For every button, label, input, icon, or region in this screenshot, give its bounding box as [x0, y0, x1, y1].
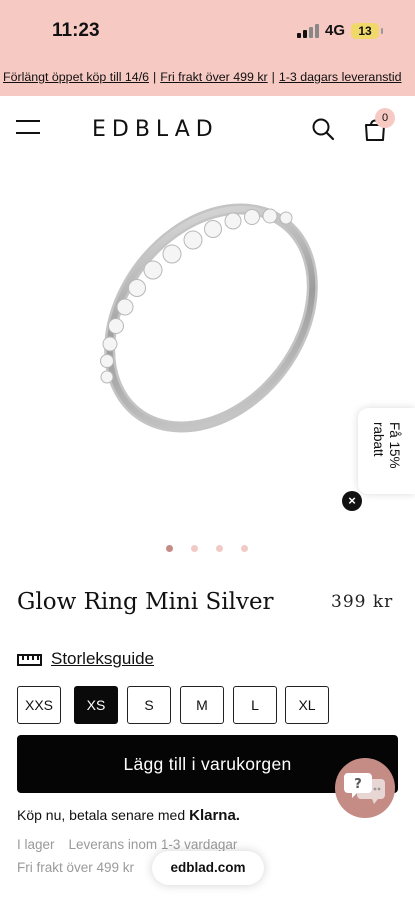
stock-status: I lager — [17, 837, 55, 852]
promo-text: Förlängt öppet köp till 14/6 | Fri frakt ö… — [3, 70, 402, 84]
discount-side-tab[interactable]: Få 15% rabatt — [358, 408, 415, 494]
promo-link-delivery[interactable]: 1-3 dagars leveranstid — [279, 70, 402, 84]
battery-nub — [381, 28, 383, 34]
browser-url-bar[interactable]: edblad.com — [152, 851, 264, 885]
promo-separator: | — [153, 70, 157, 84]
status-time: 11:23 — [52, 20, 100, 41]
carousel-dot[interactable] — [241, 545, 248, 552]
svg-text:?: ? — [354, 777, 362, 792]
chat-icon: ? — [344, 773, 385, 804]
size-option[interactable]: M — [180, 686, 224, 724]
network-label: 4G — [325, 22, 346, 39]
battery-icon: 13 — [351, 23, 379, 39]
carousel-dot[interactable] — [166, 545, 173, 552]
stock-info: I lager Leverans inom 1-3 vardagar — [17, 837, 237, 852]
status-bar: 11:23 4G 13 — [0, 0, 415, 62]
product-image[interactable] — [0, 160, 415, 530]
size-option[interactable]: S — [127, 686, 171, 724]
size-option[interactable]: L — [233, 686, 277, 724]
product-price: 399 kr — [331, 592, 394, 612]
delivery-info: Leverans inom 1-3 vardagar — [68, 837, 238, 852]
ruler-icon — [17, 654, 42, 666]
site-logo[interactable]: EDBLAD — [92, 117, 219, 142]
promo-separator: | — [271, 70, 275, 84]
product-title: Glow Ring Mini Silver — [17, 589, 274, 615]
chat-button[interactable]: ? — [335, 758, 395, 818]
menu-icon[interactable] — [16, 120, 40, 134]
carousel-dot[interactable] — [216, 545, 223, 552]
promo-bar: Förlängt öppet köp till 14/6 | Fri frakt ö… — [0, 62, 415, 96]
size-option[interactable]: XS — [74, 686, 118, 724]
cart-count-badge: 0 — [375, 108, 395, 128]
klarna-logo: Klarna. — [189, 807, 240, 824]
size-option[interactable]: XXS — [17, 686, 61, 724]
shipping-info: Fri frakt över 499 kr — [17, 860, 135, 875]
search-icon[interactable] — [311, 117, 335, 141]
size-guide-label: Storleksguide — [51, 649, 155, 668]
site-header: EDBLAD 0 — [0, 96, 415, 160]
ring-image — [100, 203, 318, 433]
discount-tab-label: Få 15% rabatt — [371, 422, 402, 469]
promo-link-free-shipping[interactable]: Fri frakt över 499 kr — [160, 70, 267, 84]
klarna-text: Köp nu, betala senare med — [17, 807, 186, 823]
klarna-info: Köp nu, betala senare med Klarna. — [17, 807, 240, 824]
promo-link-open-purchase[interactable]: Förlängt öppet köp till 14/6 — [3, 70, 149, 84]
carousel-dot[interactable] — [191, 545, 198, 552]
size-option[interactable]: XL — [285, 686, 329, 724]
close-icon[interactable]: × — [342, 491, 362, 511]
signal-icon — [297, 24, 319, 38]
